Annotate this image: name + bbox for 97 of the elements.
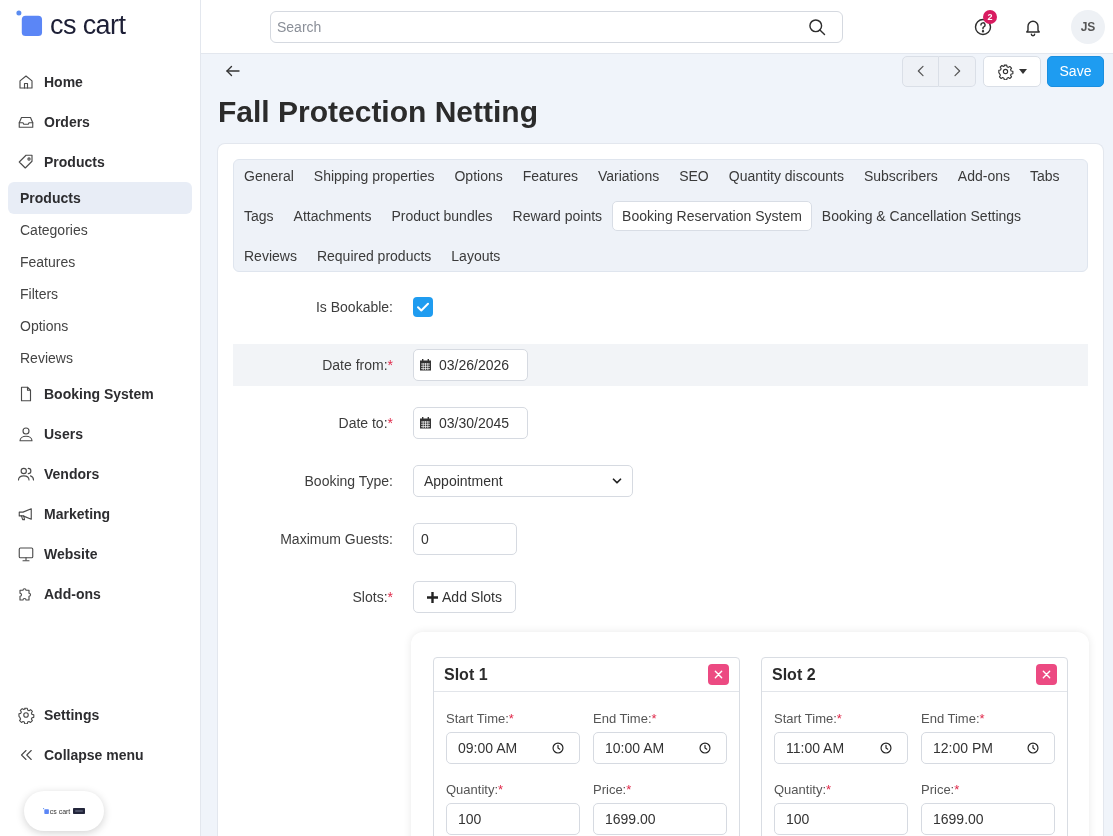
field-label: Slots:* — [351, 589, 393, 605]
house-icon — [17, 73, 35, 91]
tab[interactable]: Quantity discounts — [718, 161, 854, 191]
field-label: Date to:* — [337, 415, 393, 431]
field-label: Price:* — [593, 782, 633, 797]
tab[interactable]: Tags — [234, 201, 284, 231]
tab[interactable]: Shipping properties — [303, 161, 445, 191]
time-field[interactable]: 09:00 AM — [446, 732, 580, 764]
nav-item[interactable]: Home — [0, 62, 200, 102]
nav-subitem[interactable]: Features — [8, 246, 192, 278]
logo-icon — [42, 808, 49, 814]
people-icon — [17, 465, 35, 483]
clock-icon — [1026, 741, 1040, 755]
clock-icon — [698, 741, 712, 755]
nav-subitem[interactable]: Reviews — [8, 342, 192, 374]
tab[interactable]: SEO — [669, 161, 719, 191]
field-label: Quantity:* — [446, 782, 505, 797]
tab[interactable]: Booking & Cancellation Settings — [811, 201, 1032, 231]
megaphone-icon — [17, 505, 35, 523]
page-title: Fall Protection Netting — [218, 95, 539, 129]
tab[interactable]: Tabs — [1020, 161, 1070, 191]
caret-icon — [1019, 68, 1027, 74]
search-field[interactable]: Search — [270, 10, 843, 43]
time-field[interactable]: 12:00 PM — [921, 732, 1055, 764]
nav-item[interactable]: Booking System — [0, 374, 200, 414]
nav-item[interactable]: Users — [0, 414, 200, 454]
close-icon — [1042, 670, 1051, 679]
checkbox[interactable] — [413, 297, 433, 317]
text-input[interactable]: 0 — [413, 523, 517, 555]
field-label: Quantity:* — [774, 782, 833, 797]
nav-subitem[interactable]: Filters — [8, 278, 192, 310]
user-avatar[interactable]: JS — [1071, 9, 1105, 44]
text-input[interactable]: 1699.00 — [921, 803, 1055, 835]
date-field[interactable]: 03/30/2045 — [413, 407, 528, 439]
nav-item[interactable]: Settings — [0, 695, 200, 735]
tab[interactable]: Subscribers — [853, 161, 948, 191]
gear-icon — [997, 62, 1014, 80]
slot-title: Slot 2 — [772, 665, 816, 684]
tag-icon — [17, 153, 35, 171]
tab[interactable]: Options — [444, 161, 513, 191]
dropdown-select[interactable]: Appointment — [413, 465, 633, 497]
field-label: Maximum Guests: — [279, 531, 393, 547]
field-label: End Time:* — [921, 711, 986, 726]
help-icon[interactable] — [973, 16, 993, 37]
nav-item[interactable]: Website — [0, 534, 200, 574]
tab[interactable]: Features — [512, 161, 588, 191]
tab[interactable]: Product bundles — [381, 201, 503, 231]
logo-text: cs cart — [50, 10, 126, 40]
nav-item[interactable]: Orders — [0, 102, 200, 142]
field-label: Date from:* — [321, 357, 393, 373]
gear-icon — [17, 706, 35, 724]
field-label: Booking Type: — [303, 473, 393, 489]
text-input[interactable]: 100 — [774, 803, 908, 835]
tab[interactable]: Reviews — [234, 241, 307, 271]
tag-icon — [73, 808, 86, 814]
clock-icon — [551, 741, 565, 755]
plus-icon — [427, 591, 439, 603]
add-slots-button[interactable]: Add Slots — [413, 581, 516, 613]
nav-item[interactable]: Vendors — [0, 454, 200, 494]
settings-dropdown-button[interactable] — [983, 55, 1041, 87]
tab[interactable]: Attachments — [283, 201, 382, 231]
nav-subitem[interactable]: Products — [8, 182, 192, 214]
nav-item[interactable]: Add-ons — [0, 574, 200, 614]
calendar-icon — [420, 417, 431, 429]
field-label: Is Bookable: — [314, 299, 393, 315]
nav-item[interactable]: Products — [0, 142, 200, 182]
slot-title: Slot 1 — [444, 665, 488, 684]
field-label: Price:* — [921, 782, 961, 797]
text-input[interactable]: 100 — [446, 803, 580, 835]
logo-icon — [16, 9, 43, 37]
tab[interactable]: Layouts — [441, 241, 511, 271]
person-icon — [17, 425, 35, 443]
nav-item[interactable]: Marketing — [0, 494, 200, 534]
tab[interactable]: Reward points — [502, 201, 613, 231]
close-icon — [714, 670, 723, 679]
tab[interactable]: Variations — [587, 161, 670, 191]
time-field[interactable]: 10:00 AM — [593, 732, 727, 764]
nav-subitem[interactable]: Options — [8, 310, 192, 342]
tab[interactable]: Required products — [306, 241, 442, 271]
nav-item[interactable]: Collapse menu — [0, 735, 200, 775]
monitor-icon — [17, 545, 35, 563]
tab[interactable]: General — [234, 161, 304, 191]
date-field[interactable]: 03/26/2026 — [413, 349, 528, 381]
calendar-icon — [420, 359, 431, 371]
search-icon[interactable] — [807, 16, 827, 37]
field-label: Start Time:* — [446, 711, 515, 726]
remove-slot-button[interactable] — [708, 664, 729, 685]
tab[interactable]: Add-ons — [947, 161, 1020, 191]
time-field[interactable]: 11:00 AM — [774, 732, 908, 764]
text-input[interactable]: 1699.00 — [593, 803, 727, 835]
clock-icon — [879, 741, 893, 755]
field-label: Start Time:* — [774, 711, 843, 726]
field-label: End Time:* — [593, 711, 658, 726]
notification-badge: 2 — [983, 9, 997, 24]
remove-slot-button[interactable] — [1036, 664, 1057, 685]
tab[interactable]: Booking Reservation System — [612, 201, 812, 231]
nav-subitem[interactable]: Categories — [8, 214, 192, 246]
